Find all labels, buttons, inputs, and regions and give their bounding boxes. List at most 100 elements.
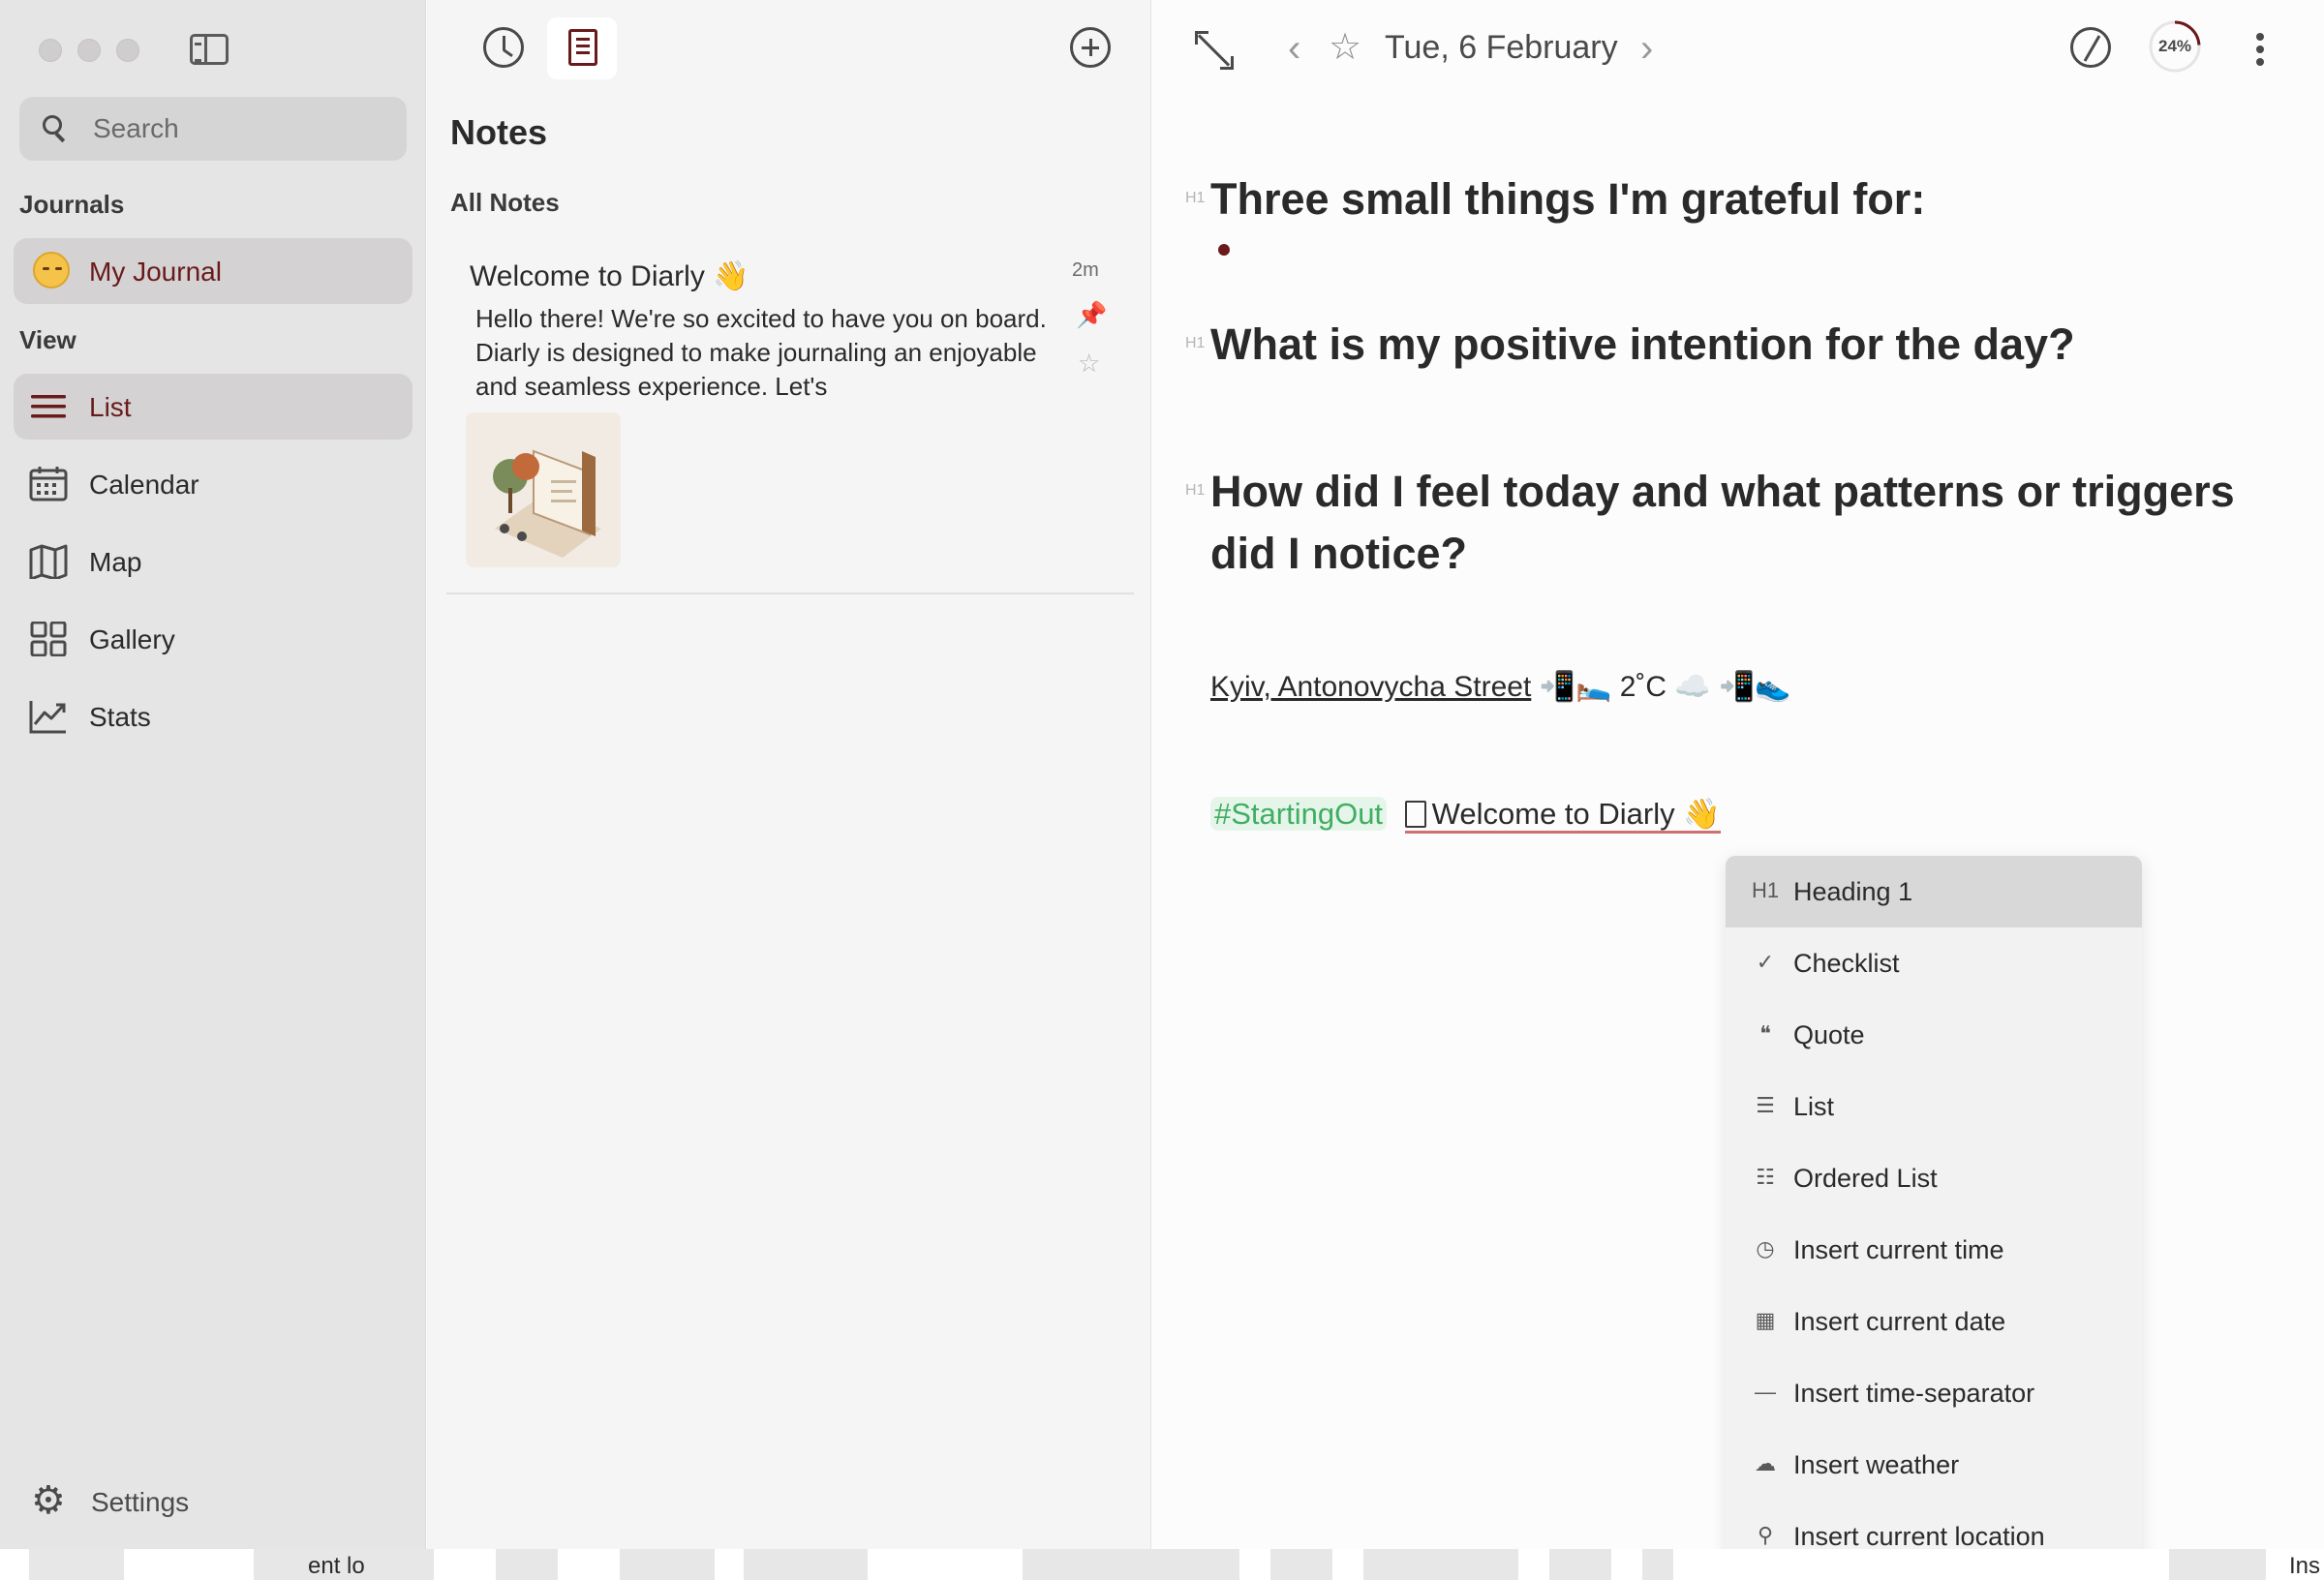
strip-block [744,1549,868,1580]
tag-line: #StartingOut Welcome to Diarly 👋 [1210,796,1721,834]
quote-icon: ❝ [1759,1021,1771,1046]
sidebar: Search Journals My Journal View List Cal… [0,0,426,1549]
sidebar-item-gallery[interactable]: Gallery [14,606,413,672]
context-icons-after: ☁️ 📲👟 [1674,671,1791,703]
heading-icon: H1 [1751,878,1780,902]
clock-icon: ◷ [1756,1236,1775,1261]
strip-block [1270,1549,1332,1580]
goal-progress-ring[interactable]: 24% [2148,19,2202,74]
journal-item-label: My Journal [89,257,222,287]
next-day-chevron-icon[interactable]: › [1640,27,1653,71]
menu-item-label: Insert time-separator [1793,1379,2035,1408]
menu-item-label: Insert weather [1793,1450,1960,1479]
focus-mode-icon[interactable] [2070,27,2111,68]
sidebar-item-stats[interactable]: Stats [14,684,413,749]
heading-intention[interactable]: What is my positive intention for the da… [1210,314,2295,376]
slash-command-menu: H1 Heading 1 ✓ Checklist ❝ Quote ☰ List … [1726,856,2142,1580]
heading-marker: H1 [1185,482,1206,499]
strip-fragment: Ins [2289,1553,2321,1579]
list-bullet [1218,244,1230,256]
menu-item-label: Heading 1 [1793,877,1913,906]
menu-item-insert-weather[interactable]: ☁ Insert weather [1726,1429,2142,1501]
menu-item-label: Checklist [1793,949,1900,978]
search-icon [43,115,66,138]
strip-block [1642,1549,1673,1580]
recent-clock-icon[interactable] [483,27,524,68]
notes-tab[interactable] [547,17,617,79]
menu-item-list[interactable]: ☰ List [1726,1071,2142,1142]
more-options-icon[interactable] [2256,33,2264,66]
menu-item-quote[interactable]: ❝ Quote [1726,999,2142,1071]
sidebar-item-label: Calendar [89,470,199,500]
sidebar-item-label: Stats [89,702,151,732]
separator-icon: — [1755,1380,1776,1404]
heading-marker: H1 [1185,335,1206,351]
menu-item-label: Insert current location [1793,1522,2045,1551]
menu-item-label: List [1793,1092,1835,1121]
sidebar-item-label: List [89,392,132,422]
linked-note[interactable]: Welcome to Diarly 👋 [1404,797,1721,834]
settings-label: Settings [91,1487,190,1517]
strip-block [1363,1549,1518,1580]
favorite-star-icon[interactable]: ☆ [1329,25,1361,69]
search-input[interactable]: Search [19,97,407,161]
location-link[interactable]: Kyiv, Antonovycha Street [1210,671,1531,703]
window-close-button[interactable] [39,39,62,62]
strip-block [1549,1549,1611,1580]
calendar-icon: ▦ [1755,1308,1776,1332]
search-placeholder: Search [93,113,179,143]
map-icon [29,544,68,579]
weather-icon: ☁ [1755,1451,1776,1475]
goal-progress-label: 24% [2157,37,2192,55]
note-title: Welcome to Diarly 👋 [470,260,749,292]
menu-item-insert-time[interactable]: ◷ Insert current time [1726,1214,2142,1286]
note-card[interactable]: Welcome to Diarly 👋 2m Hello there! We'r… [446,242,1134,594]
pin-icon[interactable]: 📌 [1076,300,1107,329]
menu-item-insert-separator[interactable]: — Insert time-separator [1726,1357,2142,1429]
settings-button[interactable]: ⚙ Settings [31,1481,418,1520]
strip-block [620,1549,715,1580]
sidebar-toggle-icon[interactable] [190,34,229,65]
context-icons-before: 📲🛌 [1539,671,1612,703]
sidebar-item-label: Gallery [89,624,175,654]
window-minimize-button[interactable] [77,39,101,62]
add-note-icon[interactable] [1070,27,1111,68]
sidebar-item-calendar[interactable]: Calendar [14,451,413,517]
sidebar-item-list[interactable]: List [14,374,413,440]
window-zoom-button[interactable] [116,39,139,62]
entry-date[interactable]: Tue, 6 February [1385,29,1618,67]
note-time: 2m [1072,259,1099,281]
bottom-render-strip: ent lo Ins [0,1549,2324,1580]
sidebar-item-label: Map [89,547,142,577]
journal-item-my-journal[interactable]: My Journal [14,238,413,304]
heading-grateful[interactable]: Three small things I'm grateful for: [1210,168,2295,230]
gear-icon: ⚙ [31,1479,66,1522]
tag-starting-out[interactable]: #StartingOut [1210,797,1388,831]
checklist-icon: ✓ [1756,950,1775,974]
star-icon[interactable]: ☆ [1078,349,1100,379]
menu-item-label: Ordered List [1793,1164,1938,1193]
menu-item-checklist[interactable]: ✓ Checklist [1726,927,2142,999]
linked-note-label: Welcome to Diarly 👋 [1431,797,1721,831]
bullet-list-icon: ☰ [1756,1093,1775,1117]
menu-item-label: Quote [1793,1020,1865,1049]
strip-block [29,1549,124,1580]
journals-section-label: Journals [19,190,125,219]
menu-item-insert-date[interactable]: ▦ Insert current date [1726,1286,2142,1357]
temperature: 2˚C [1619,671,1667,703]
previous-day-chevron-icon[interactable]: ‹ [1288,27,1300,71]
strip-block [496,1549,558,1580]
calendar-icon [29,467,68,501]
menu-item-heading-1[interactable]: H1 Heading 1 [1726,856,2142,927]
ordered-list-icon: ☷ [1756,1165,1775,1189]
note-thumbnail-image [466,412,621,567]
document-icon [1404,801,1426,828]
expand-icon[interactable] [1195,31,1234,70]
menu-item-label: Insert current date [1793,1307,2006,1336]
strip-block [1023,1549,1239,1580]
strip-fragment: ent lo [308,1553,365,1579]
menu-item-ordered-list[interactable]: ☷ Ordered List [1726,1142,2142,1214]
heading-feelings[interactable]: How did I feel today and what patterns o… [1210,461,2285,585]
stats-icon [29,701,66,734]
sidebar-item-map[interactable]: Map [14,529,413,594]
